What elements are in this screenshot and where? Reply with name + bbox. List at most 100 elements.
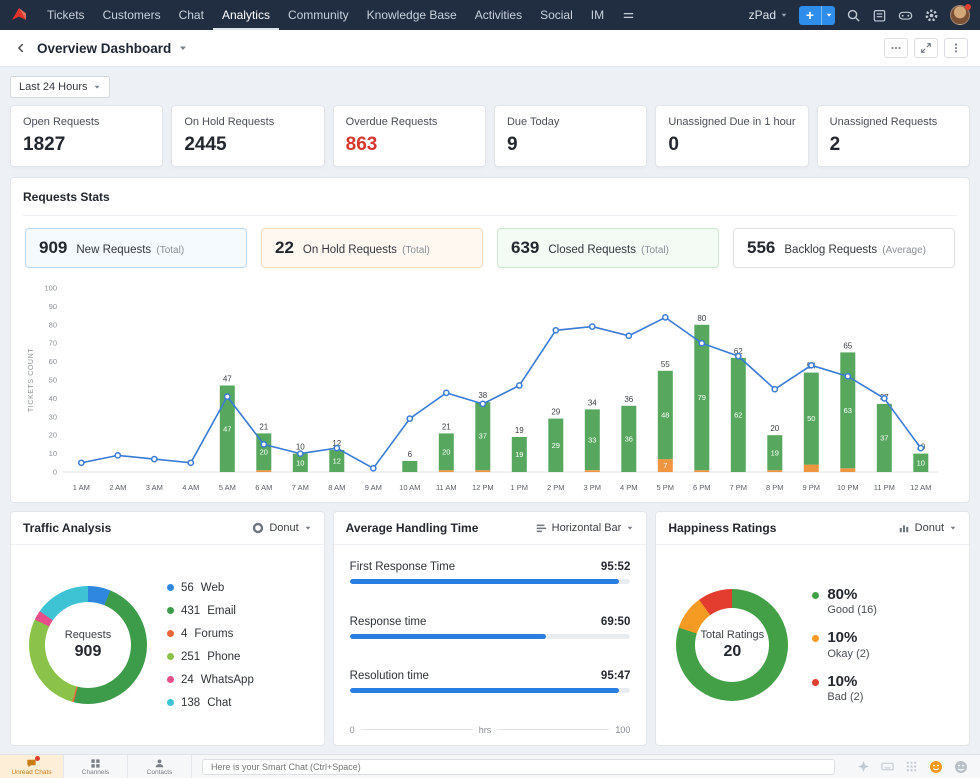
add-button[interactable]: + (799, 5, 835, 25)
svg-text:20: 20 (260, 447, 268, 456)
legend-dot (812, 635, 820, 643)
nav-item-social[interactable]: Social (531, 0, 582, 30)
handling-row-response-time[interactable]: Response time 69:50 (349, 616, 631, 639)
chat-tab-contacts[interactable]: Contacts (128, 755, 192, 778)
requests-timeline-chart[interactable]: 0 10 20 30 40 50 60 70 80 90 100 TICKETS COUNT 1 AM 2… (23, 274, 957, 498)
svg-text:9 AM: 9 AM (365, 483, 382, 492)
svg-text:10: 10 (296, 458, 304, 467)
summary-pill-on-hold-requests[interactable]: 22 On Hold Requests (Total) (261, 228, 483, 268)
svg-text:1 AM: 1 AM (73, 483, 90, 492)
topnav-items: Tickets Customers Chat Analytics Community Kn… (38, 0, 613, 30)
workspace-selector[interactable]: zPad (749, 8, 788, 22)
legend-item-bad[interactable]: 10% Bad (2) (812, 673, 877, 703)
kpi-value: 2445 (184, 134, 227, 155)
chat-tab-label: Channels (81, 769, 110, 776)
legend-item-web[interactable]: 56 Web (167, 582, 254, 594)
svg-text:20: 20 (49, 431, 57, 440)
nav-item-tickets[interactable]: Tickets (38, 0, 94, 30)
nav-item-customers[interactable]: Customers (94, 0, 170, 30)
handling-row-head: First Response Time 95:52 (350, 561, 631, 573)
chat-tab-unread-chats[interactable]: Unread Chats (0, 755, 64, 778)
zoho-desk-logo-icon[interactable] (10, 6, 28, 24)
svg-text:TICKETS COUNT: TICKETS COUNT (28, 348, 35, 412)
traffic-donut-chart[interactable]: Requests 909 (29, 586, 147, 704)
smart-chat-input[interactable] (202, 758, 835, 775)
back-button[interactable] (12, 39, 30, 57)
summary-pill-new-requests[interactable]: 909 New Requests (Total) (25, 228, 247, 268)
kpi-card-overdue-requests[interactable]: Overdue Requests 863 (332, 105, 486, 167)
nav-item-activities[interactable]: Activities (466, 0, 531, 30)
keyboard-icon[interactable] (881, 760, 894, 773)
nav-item-analytics[interactable]: Analytics (213, 0, 279, 30)
requests-summary-row: 909 New Requests (Total) 22 On Hold Request… (25, 228, 955, 268)
traffic-view-label: Donut (269, 522, 299, 534)
requests-stats-card: Requests Stats 909 New Requests (Total) 22… (10, 177, 970, 503)
svg-text:50: 50 (807, 414, 815, 423)
chat-tab-channels[interactable]: Channels (64, 755, 128, 778)
handling-view-label: Horizontal Bar (551, 522, 622, 534)
games-icon[interactable] (898, 8, 913, 23)
feedback-smiley-icon[interactable] (929, 760, 943, 774)
happiness-panel-title: Happiness Ratings (668, 521, 777, 535)
add-dropdown-caret-icon[interactable] (821, 5, 835, 25)
summary-qualifier: (Average) (882, 245, 926, 256)
time-range-label: Last 24 Hours (19, 81, 88, 93)
apps-grid-icon[interactable] (905, 760, 918, 773)
kpi-card-unassigned-requests[interactable]: Unassigned Requests 2 (816, 105, 970, 167)
channels-icon (90, 758, 101, 769)
kpi-card-on-hold-requests[interactable]: On Hold Requests 2445 (171, 105, 325, 167)
zia-icon[interactable] (857, 760, 870, 773)
activities-icon[interactable] (872, 8, 887, 23)
kpi-value: 9 (506, 134, 518, 155)
legend-dot (167, 584, 174, 591)
kpi-card-open-requests[interactable]: Open Requests 1827 (10, 105, 164, 167)
nav-item-community[interactable]: Community (279, 0, 358, 30)
search-icon[interactable] (846, 8, 861, 23)
nav-menu-icon[interactable] (621, 8, 636, 23)
svg-text:0: 0 (53, 468, 57, 477)
legend-item-chat[interactable]: 138 Chat (167, 697, 254, 709)
user-avatar[interactable] (950, 4, 971, 25)
legend-item-whatsapp[interactable]: 24 WhatsApp (167, 674, 254, 686)
summary-pill-backlog-requests[interactable]: 556 Backlog Requests (Average) (733, 228, 955, 268)
bottom-panels-row: Traffic Analysis Donut Requests 909 56 W… (0, 511, 980, 746)
kpi-card-due-today[interactable]: Due Today 9 (493, 105, 648, 167)
happiness-view-selector[interactable]: Donut (898, 522, 957, 534)
legend-item-good[interactable]: 80% Good (16) (812, 586, 877, 617)
svg-text:10: 10 (296, 443, 305, 452)
requests-stats-title: Requests Stats (23, 190, 110, 204)
summary-pill-closed-requests[interactable]: 639 Closed Requests (Total) (497, 228, 719, 268)
smart-chat-bar: Unread Chats Channels Contacts (0, 754, 980, 778)
kpi-label: Unassigned Due in 1 hour (668, 116, 796, 128)
svg-text:47: 47 (223, 424, 231, 433)
chat-tab-label: Unread Chats (11, 769, 52, 776)
handling-row-resolution-time[interactable]: Resolution time 95:47 (349, 670, 631, 694)
legend-text: 10% Okay (2) (827, 630, 869, 660)
time-range-filter[interactable]: Last 24 Hours (10, 76, 111, 98)
kebab-menu-button[interactable] (944, 38, 968, 58)
legend-item-phone[interactable]: 251 Phone (167, 651, 254, 663)
legend-item-email[interactable]: 431 Email (167, 605, 254, 617)
nav-item-im[interactable]: IM (582, 0, 613, 30)
nav-item-chat[interactable]: Chat (170, 0, 213, 30)
legend-item-okay[interactable]: 10% Okay (2) (812, 630, 877, 660)
kpi-card-unassigned-due-in-1-hour[interactable]: Unassigned Due in 1 hour 0 (655, 105, 809, 167)
traffic-view-selector[interactable]: Donut (252, 522, 311, 534)
collapse-expand-button[interactable] (914, 38, 938, 58)
more-actions-button[interactable] (884, 38, 908, 58)
status-smiley-icon[interactable] (954, 760, 968, 774)
legend-item-forums[interactable]: 4 Forums (167, 628, 254, 640)
legend-dot (167, 676, 174, 683)
plus-icon[interactable]: + (799, 6, 821, 25)
handling-view-selector[interactable]: Horizontal Bar (535, 522, 635, 534)
happiness-donut-chart[interactable]: Total Ratings 20 (676, 589, 789, 701)
chevron-down-icon (780, 11, 788, 19)
nav-item-knowledge-base[interactable]: Knowledge Base (358, 0, 466, 30)
unread-chats-icon (26, 756, 40, 769)
title-dropdown-caret-icon[interactable] (178, 43, 188, 53)
handling-axis: 0 hrs 100 (350, 725, 631, 735)
settings-gear-icon[interactable] (924, 8, 939, 23)
handling-row-first-response-time[interactable]: First Response Time 95:52 (349, 561, 631, 584)
happiness-ratings-panel: Happiness Ratings Donut Total Ratings 20… (655, 511, 971, 746)
legend-count: Good (16) (827, 604, 877, 617)
